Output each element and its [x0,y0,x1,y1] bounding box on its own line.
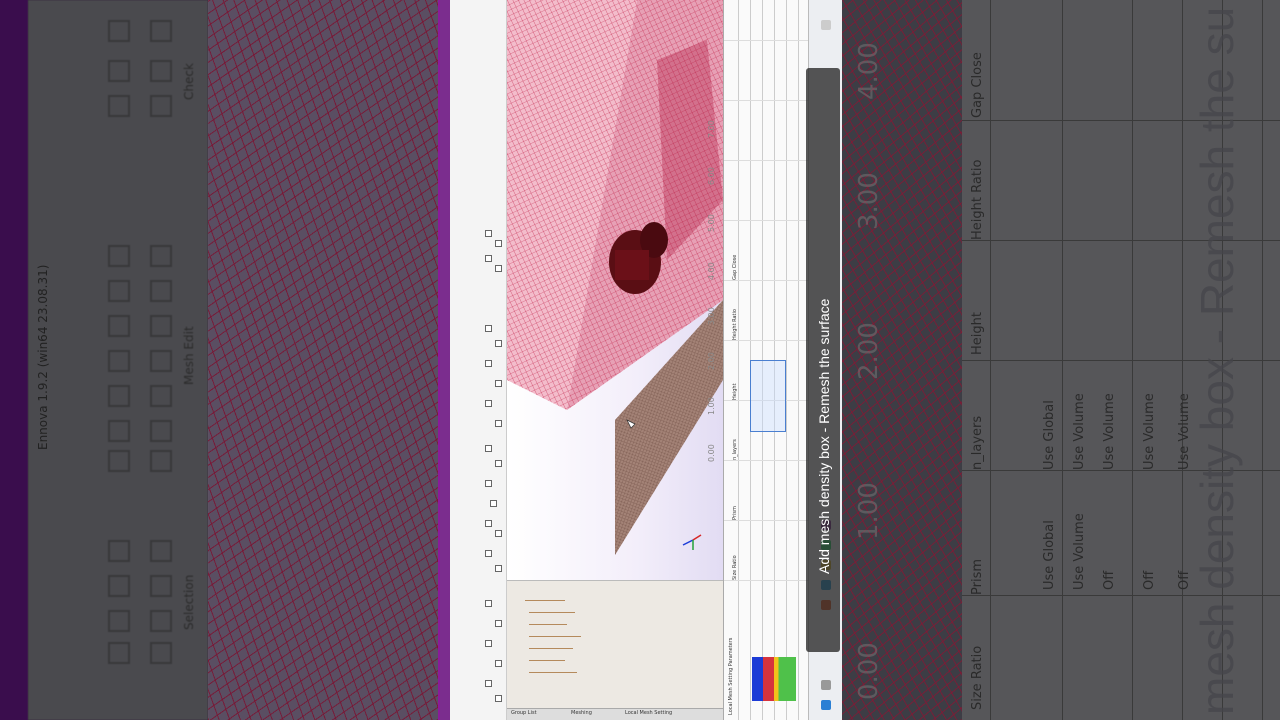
local-mesh-setting-panel[interactable]: Local Mesh Setting Parameters Size Ratio… [723,0,809,720]
tool-icon[interactable] [495,340,502,347]
ribbon-blur: Check Mesh Edit Selection [28,0,208,720]
column-header: Height Ratio [732,309,738,340]
tool-icon[interactable] [485,230,492,237]
column-header: Height Ratio [970,159,985,240]
tool-icon[interactable] [495,660,502,667]
axis-tick: 3.00 [707,307,716,325]
column-header: Size Ratio [970,645,985,710]
tool-icon[interactable] [495,695,502,702]
tool-icon[interactable] [495,460,502,467]
axis-tick: 7.00 [707,120,716,138]
tool-icon[interactable] [485,600,492,607]
axis-tick: 0.00 [707,444,716,462]
axis-tick: 6.00 [707,167,716,185]
model-tree[interactable] [515,590,595,700]
panel-title: Local Mesh Setting Parameters [728,637,734,715]
tab-meshing[interactable]: Meshing [571,710,592,716]
app-screenshot: 0.00 1.00 2.00 3.00 4.00 5.00 6.00 7.00 … [438,0,842,720]
tab-local-mesh-setting[interactable]: Local Mesh Setting [625,710,672,716]
tool-icon[interactable] [495,380,502,387]
tree-tabs[interactable]: Group List Meshing Local Mesh Setting [507,708,723,720]
caption-text: Add mesh density box - Remesh the surfac… [816,298,832,574]
video-frame: Check Mesh Edit Selection Ennova 1.9.2 (… [0,0,1280,720]
axis-triad-icon [682,534,702,550]
selected-rows[interactable] [750,360,786,432]
axis-number: 4.00 [854,42,884,100]
taskbar-blur [0,0,28,720]
column-header: Gap Close [732,254,738,280]
tool-icon[interactable] [495,265,502,272]
column-header: Gap Close [970,52,985,118]
mesh-blur [208,0,438,720]
3d-viewport[interactable]: 0.00 1.00 2.00 3.00 4.00 5.00 6.00 7.00 [507,0,723,580]
axis-number: 0.00 [854,642,884,700]
table-cell: Use Volume [1102,393,1117,470]
table-cell: Off [1142,570,1157,590]
tool-icon[interactable] [485,255,492,262]
app-title-blur: Ennova 1.9.2 (win64 23.08.31) [36,264,50,450]
table-cell: Use Volume [1072,513,1087,590]
axis-number: 2.00 [854,322,884,380]
axis-tick: 2.00 [707,352,716,370]
search-icon[interactable] [821,680,831,690]
column-header: Height [970,312,985,355]
axis-number: 1.00 [854,482,884,540]
tool-icon[interactable] [485,640,492,647]
tool-icon[interactable] [495,565,502,572]
tool-icon[interactable] [485,325,492,332]
tool-icon[interactable] [490,500,497,507]
left-window-strip [440,0,450,720]
tool-icon[interactable] [485,520,492,527]
tool-icon[interactable] [485,550,492,557]
ribbon-toolbar[interactable] [450,0,507,720]
axis-tick: 1.00 [707,397,716,415]
table-cell: Use Global [1042,520,1057,590]
tool-icon[interactable] [495,530,502,537]
color-swatch [752,657,796,701]
start-icon[interactable] [821,700,831,710]
clock-icon [821,20,831,30]
caption-blur-text: mesh density box - Remesh the su [1191,6,1243,715]
table-cell: Use Volume [1072,393,1087,470]
tool-icon[interactable] [485,360,492,367]
column-header: Prism [732,506,738,520]
column-header: n_layers [732,439,738,460]
axis-tick: 4.00 [707,262,716,280]
tool-icon[interactable] [485,445,492,452]
ribbon-group-label: Check [182,63,196,100]
table-cell: Off [1102,570,1117,590]
table-cell: Use Global [1042,400,1057,470]
tool-icon[interactable] [495,240,502,247]
axis-tick: 5.00 [707,214,716,232]
caption-box: Add mesh density box - Remesh the surfac… [806,68,840,652]
tool-icon[interactable] [495,420,502,427]
column-header: Size Ratio [732,555,738,580]
blurred-left-background: Check Mesh Edit Selection Ennova 1.9.2 (… [0,0,438,720]
ribbon-group-label: Mesh Edit [182,326,196,385]
column-header: Height [732,383,738,400]
tool-icon[interactable] [485,680,492,687]
ribbon-group-label: Selection [182,574,196,630]
table-cell: Use Volume [1142,393,1157,470]
tab-group-list[interactable]: Group List [511,710,537,716]
mesh-render [507,0,723,555]
axis-number: 3.00 [854,172,884,230]
column-header: n_layers [970,415,985,470]
column-header: Prism [970,558,985,595]
tool-icon[interactable] [485,480,492,487]
tool-icon[interactable] [485,400,492,407]
tool-icon[interactable] [495,620,502,627]
